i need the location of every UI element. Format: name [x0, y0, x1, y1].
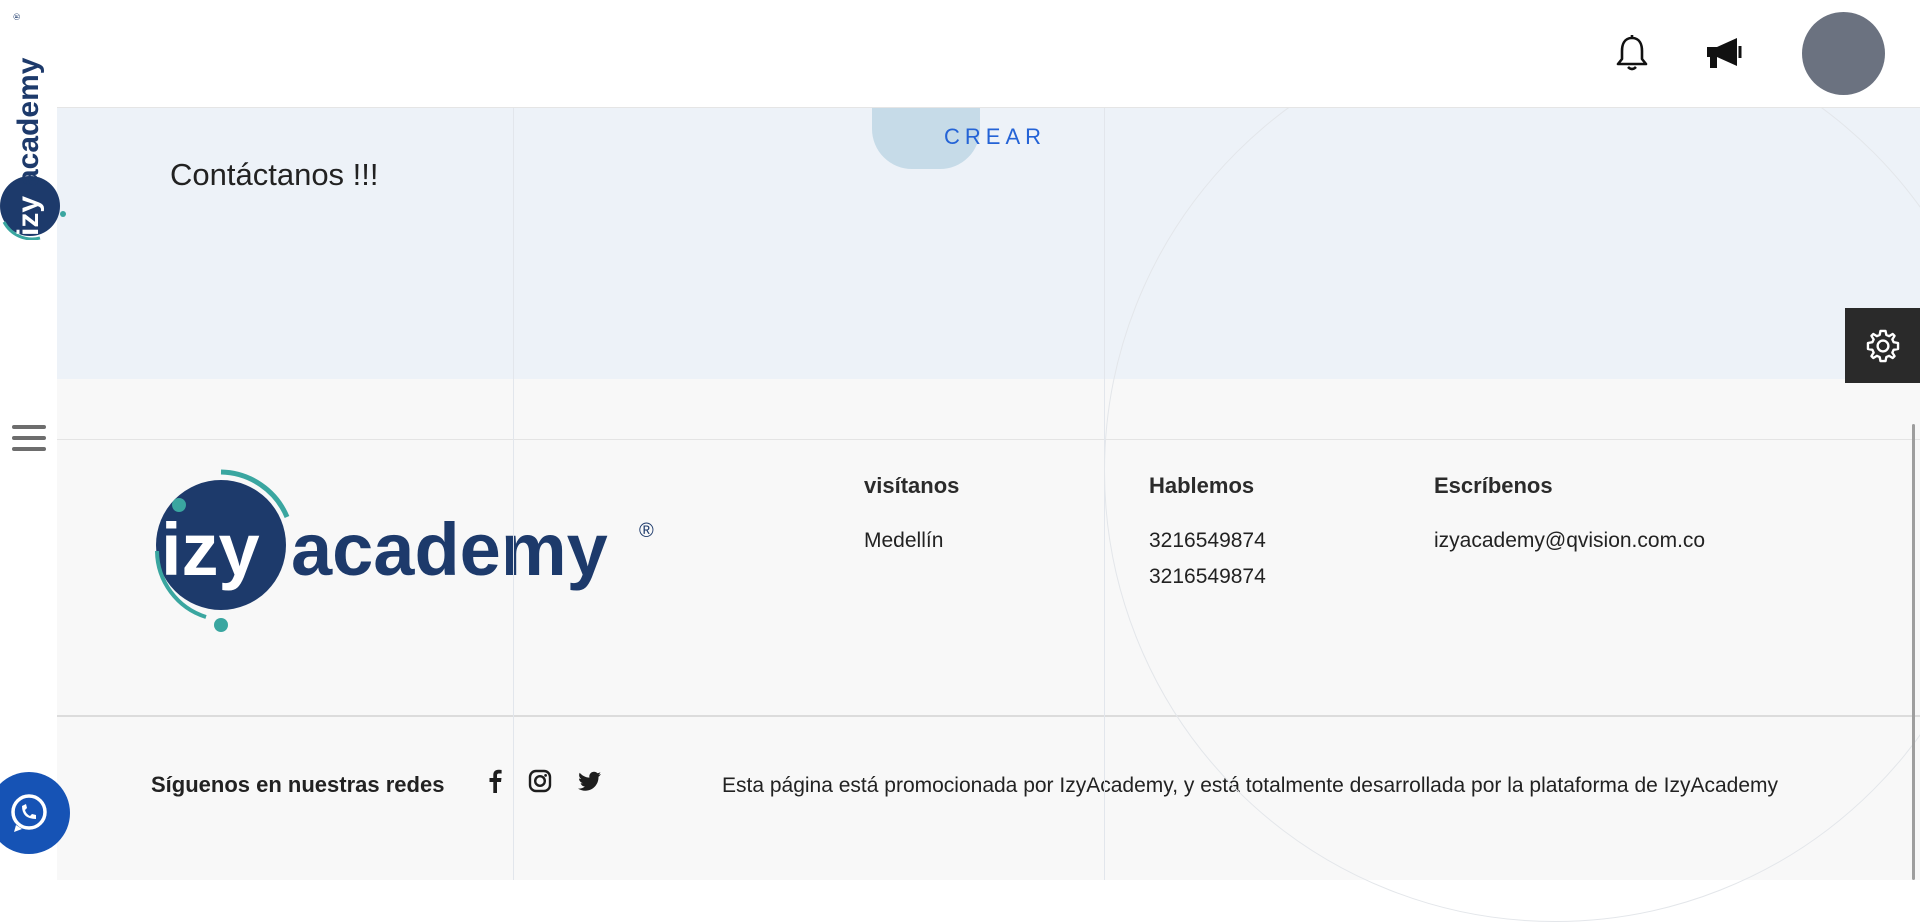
bell-icon[interactable] [1615, 34, 1649, 72]
footer-column-heading: visítanos [864, 473, 960, 498]
left-sidebar: izy academy ® [0, 0, 66, 880]
settings-button[interactable] [1845, 308, 1920, 383]
create-button[interactable]: CREAR [872, 107, 1052, 169]
follow-label: Síguenos en nuestras redes [151, 772, 445, 797]
contact-title: Contáctanos !!! [170, 157, 379, 192]
whatsapp-icon [11, 794, 47, 832]
facebook-icon[interactable] [482, 768, 508, 794]
footer-column-visit: visítanos Medellín [864, 473, 959, 559]
create-button-label: CREAR [944, 124, 1047, 149]
grid-line [513, 107, 514, 880]
menu-toggle-icon[interactable] [12, 425, 46, 457]
svg-text:®: ® [12, 13, 22, 20]
top-bar [57, 0, 1920, 108]
twitter-icon[interactable] [577, 768, 603, 794]
instagram-icon[interactable] [527, 768, 553, 794]
gear-icon [1866, 329, 1899, 362]
megaphone-icon[interactable] [1703, 34, 1745, 72]
svg-text:izy: izy [161, 508, 260, 591]
vertical-scrollbar[interactable] [1912, 424, 1915, 880]
svg-text:®: ® [639, 520, 654, 542]
user-avatar[interactable] [1802, 12, 1885, 95]
sidebar-logo[interactable]: izy academy ® [0, 8, 66, 240]
footer-logo: izy academy ® [155, 469, 654, 632]
svg-text:academy: academy [12, 57, 45, 186]
svg-text:izy: izy [12, 196, 45, 236]
svg-text:academy: academy [291, 508, 608, 591]
footer-city: Medellín [864, 529, 944, 552]
